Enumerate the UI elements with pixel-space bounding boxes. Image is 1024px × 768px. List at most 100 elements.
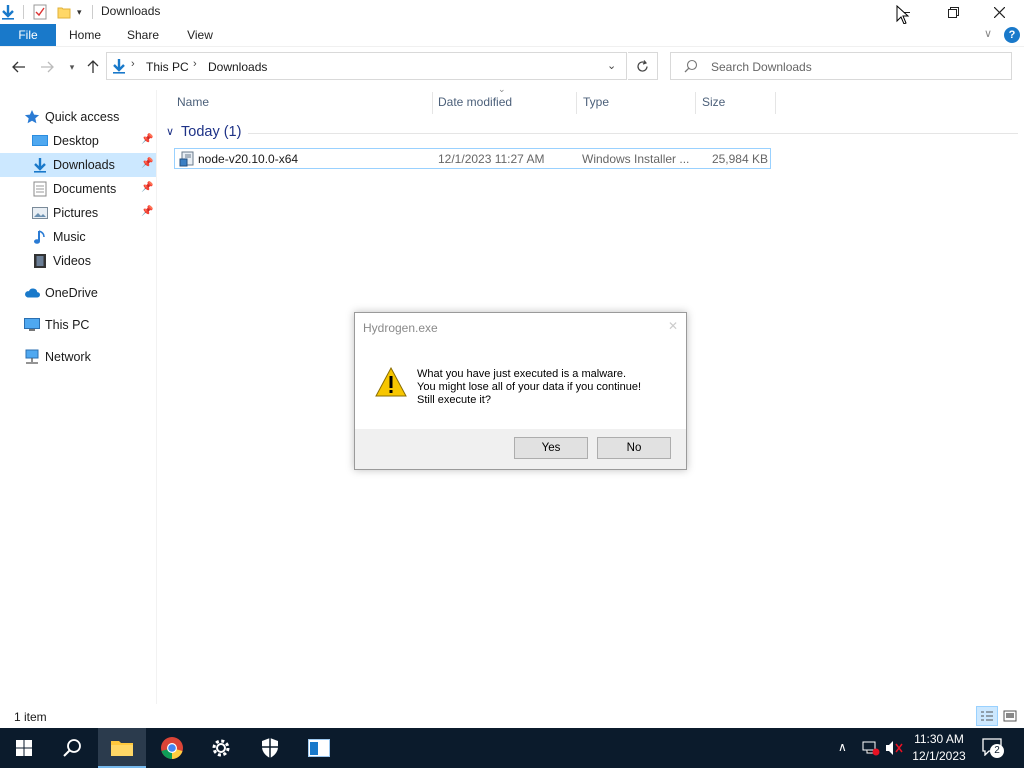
window-app-icon — [308, 739, 330, 757]
star-icon — [24, 109, 40, 125]
group-divider — [248, 133, 1018, 134]
column-header-size[interactable]: Size — [702, 92, 725, 112]
pin-icon[interactable]: 📌 — [141, 158, 153, 169]
notification-count-badge: 2 — [990, 744, 1004, 758]
column-header-type[interactable]: Type — [583, 92, 609, 112]
breadcrumb-separator-icon: › — [193, 58, 197, 70]
up-button[interactable] — [84, 58, 102, 76]
column-divider[interactable] — [576, 92, 577, 114]
windows-logo-icon — [16, 740, 32, 756]
pictures-icon — [32, 205, 48, 221]
tab-file[interactable]: File — [0, 24, 56, 46]
sidebar-item-this-pc[interactable]: This PC — [0, 313, 156, 337]
network-status-icon[interactable] — [862, 740, 880, 759]
tab-home[interactable]: Home — [62, 24, 108, 46]
tab-share[interactable]: Share — [120, 24, 166, 46]
file-type: Windows Installer ... — [582, 152, 690, 166]
app-taskbar-button[interactable] — [295, 728, 343, 768]
installer-file-icon — [179, 151, 195, 170]
sidebar-item-quick-access[interactable]: Quick access — [0, 105, 156, 129]
title-bar: ▾ Downloads — [0, 0, 1024, 25]
pin-icon[interactable]: 📌 — [141, 206, 153, 217]
documents-icon — [32, 181, 48, 197]
customize-toolbar-chevron-icon[interactable]: ▾ — [77, 4, 82, 20]
dialog-close-icon[interactable]: ✕ — [668, 319, 678, 333]
malware-warning-dialog: Hydrogen.exe ✕ What you have just execut… — [354, 312, 687, 470]
pin-icon[interactable]: 📌 — [141, 134, 153, 145]
cloud-icon — [24, 285, 40, 301]
close-button[interactable] — [976, 0, 1022, 24]
refresh-button[interactable] — [628, 52, 658, 80]
properties-icon[interactable] — [33, 4, 47, 20]
download-icon — [32, 157, 48, 173]
column-divider[interactable] — [432, 92, 433, 114]
start-button[interactable] — [0, 728, 48, 768]
breadcrumb-this-pc[interactable]: This PC — [146, 60, 189, 74]
recent-locations-chevron-icon[interactable]: ▾ — [63, 58, 81, 76]
settings-taskbar-button[interactable] — [197, 728, 245, 768]
column-header-name[interactable]: Name — [177, 92, 209, 112]
volume-muted-icon[interactable] — [885, 740, 903, 759]
address-history-chevron-icon[interactable]: ⌄ — [607, 59, 616, 72]
file-row[interactable]: node-v20.10.0-x64 12/1/2023 11:27 AM Win… — [174, 148, 771, 169]
dialog-message-line: You might lose all of your data if you c… — [417, 381, 642, 393]
gear-icon — [212, 739, 230, 757]
group-header[interactable]: Today (1) — [181, 124, 241, 140]
sidebar-item-onedrive[interactable]: OneDrive — [0, 281, 156, 305]
help-icon[interactable]: ? — [1004, 27, 1020, 43]
pane-divider[interactable] — [156, 90, 157, 704]
yes-button[interactable]: Yes — [514, 437, 588, 459]
file-name: node-v20.10.0-x64 — [198, 152, 299, 166]
sidebar-item-network[interactable]: Network — [0, 345, 156, 369]
restore-button[interactable] — [930, 0, 976, 24]
sidebar-item-music[interactable]: Music — [0, 225, 156, 249]
sidebar-item-videos[interactable]: Videos — [0, 249, 156, 273]
taskbar-search-icon — [63, 739, 81, 757]
tab-view[interactable]: View — [178, 24, 222, 46]
chrome-taskbar-button[interactable] — [148, 728, 196, 768]
file-size: 25,984 KB — [711, 152, 768, 166]
show-hidden-icons-chevron-icon[interactable]: ∧ — [838, 740, 847, 754]
downloads-location-icon — [111, 58, 127, 77]
system-clock[interactable]: 11:30 AM 12/1/2023 — [904, 731, 974, 765]
column-divider[interactable] — [775, 92, 776, 114]
shield-icon — [262, 738, 278, 758]
warning-icon — [375, 366, 407, 400]
navigation-bar: ▾ › This PC › Downloads ⌄ Search Downloa… — [0, 50, 1024, 84]
network-icon — [24, 349, 40, 365]
column-header-date-modified[interactable]: Date modified — [438, 92, 512, 112]
search-button[interactable] — [48, 728, 96, 768]
status-bar: 1 item — [0, 706, 1024, 728]
back-button[interactable] — [10, 58, 28, 76]
action-center-button[interactable]: 2 — [982, 738, 1004, 758]
security-taskbar-button[interactable] — [246, 728, 294, 768]
no-button[interactable]: No — [597, 437, 671, 459]
search-box[interactable]: Search Downloads — [670, 52, 1012, 80]
address-bar[interactable]: › This PC › Downloads ⌄ — [106, 52, 627, 80]
sidebar-item-desktop[interactable]: Desktop 📌 — [0, 129, 156, 153]
sidebar-item-downloads[interactable]: Downloads 📌 — [0, 153, 156, 177]
pin-icon[interactable]: 📌 — [141, 182, 153, 193]
chrome-icon — [161, 737, 183, 759]
videos-icon — [32, 253, 48, 269]
dialog-title: Hydrogen.exe — [363, 321, 438, 335]
breadcrumb-downloads[interactable]: Downloads — [208, 60, 267, 74]
forward-button[interactable] — [38, 58, 56, 76]
search-icon — [684, 59, 698, 76]
computer-icon — [24, 317, 40, 333]
sidebar-item-pictures[interactable]: Pictures 📌 — [0, 201, 156, 225]
dialog-message-line: What you have just executed is a malware… — [417, 368, 627, 380]
clock-date: 12/1/2023 — [912, 749, 966, 763]
column-divider[interactable] — [695, 92, 696, 114]
large-icons-view-button[interactable] — [1000, 706, 1020, 726]
file-explorer-taskbar-button[interactable] — [98, 728, 146, 768]
expand-ribbon-chevron-icon[interactable]: ∨ — [984, 27, 992, 40]
details-view-button[interactable] — [976, 706, 998, 726]
group-collapse-chevron-icon[interactable]: ∨ — [166, 125, 174, 138]
search-placeholder[interactable]: Search Downloads — [711, 60, 812, 74]
new-folder-icon[interactable] — [57, 4, 71, 20]
sidebar-item-documents[interactable]: Documents 📌 — [0, 177, 156, 201]
downloads-folder-icon — [0, 4, 16, 20]
navigation-pane: Quick access Desktop 📌 Downloads 📌 Docum… — [0, 90, 156, 704]
taskbar: ∧ 11:30 AM 12/1/2023 2 — [0, 728, 1024, 768]
